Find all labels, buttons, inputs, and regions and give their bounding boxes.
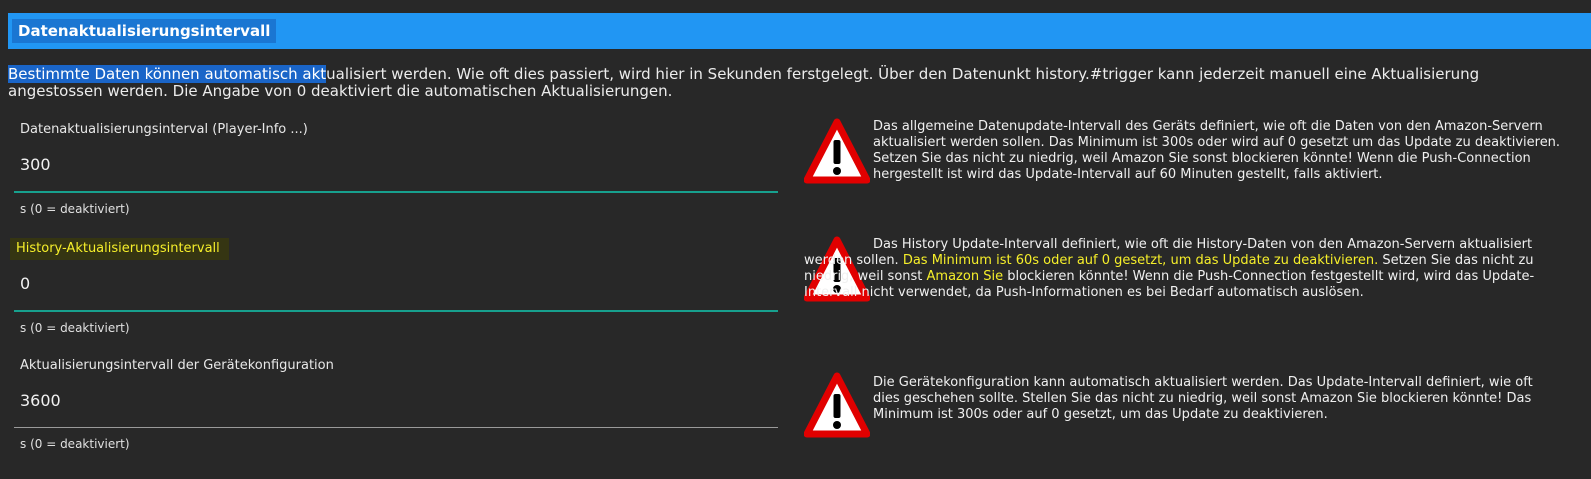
- warning-highlight: Das Minimum ist 60s oder auf 0 gesetzt, …: [902, 253, 1379, 268]
- input-underline: [14, 427, 778, 428]
- history-interval-input[interactable]: 0: [14, 272, 778, 296]
- selected-text: Bestimmte Daten können automatisch akt: [8, 65, 327, 83]
- player-info-interval-field: Datenaktualisierungsinterval (Player-Inf…: [14, 121, 778, 217]
- player-info-interval-warning: Das allgemeine Datenupdate-Intervall des…: [873, 119, 1561, 182]
- input-underline: [14, 310, 778, 312]
- player-info-interval-input[interactable]: 300: [14, 153, 778, 177]
- warning-icon: [804, 372, 870, 438]
- history-interval-field: History-Aktualisierungsintervall 0 s (0 …: [10, 237, 778, 336]
- device-config-interval-warning: Die Gerätekonfiguration kann automatisch…: [873, 375, 1533, 422]
- device-config-interval-label: Aktualisierungsintervall der Gerätekonfi…: [20, 358, 334, 373]
- section-description: Bestimmte Daten können automatisch aktua…: [8, 65, 1568, 100]
- device-config-interval-field: Aktualisierungsintervall der Gerätekonfi…: [14, 357, 778, 452]
- input-underline: [14, 191, 778, 193]
- history-interval-warning: Das History Update-Intervall definiert, …: [804, 237, 1564, 301]
- warning-highlight: Amazon Sie: [926, 269, 1004, 284]
- warning-icon: [804, 118, 870, 184]
- section-header: Datenaktualisierungsintervall: [8, 13, 1591, 49]
- history-interval-label: History-Aktualisierungsintervall: [10, 238, 229, 260]
- device-config-interval-hint: s (0 = deaktiviert): [20, 437, 130, 451]
- player-info-interval-label: Datenaktualisierungsinterval (Player-Inf…: [20, 122, 308, 137]
- device-config-interval-input[interactable]: 3600: [14, 389, 778, 413]
- history-interval-hint: s (0 = deaktiviert): [20, 321, 130, 335]
- section-title: Datenaktualisierungsintervall: [12, 19, 276, 43]
- player-info-interval-hint: s (0 = deaktiviert): [20, 202, 130, 216]
